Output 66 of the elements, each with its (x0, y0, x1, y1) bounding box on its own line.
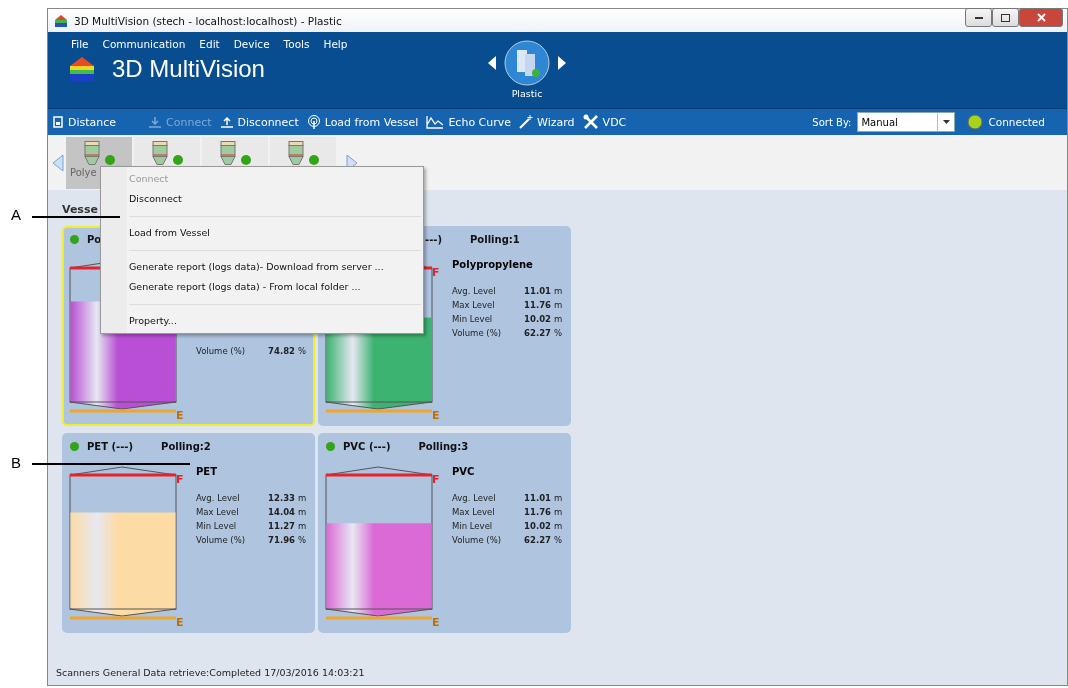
stat-label: Volume (%) (452, 534, 503, 547)
stat-value: 11.76 (523, 506, 552, 519)
stat-value: 11.01 (523, 285, 552, 298)
vessel-title: PVC (---) (343, 440, 391, 452)
stat-value: 11.76 (523, 299, 552, 312)
stat-label: Max Level (196, 506, 240, 519)
stat-unit: m (298, 520, 308, 533)
full-mark: F (432, 266, 440, 279)
stat-value: 10.02 (523, 313, 552, 326)
connection-status: Connected (988, 116, 1045, 128)
stat-label: Max Level (452, 299, 496, 312)
stat-label: Avg. Level (196, 492, 241, 505)
vessel-name: PVC (452, 466, 476, 477)
stat-label: Avg. Level (452, 492, 497, 505)
polling-label: Polling:2 (161, 440, 211, 452)
full-mark: F (432, 473, 440, 486)
stat-label: Max Level (452, 506, 496, 519)
section-title: Vesse (62, 203, 99, 216)
stat-unit: m (554, 285, 564, 298)
empty-mark: E (176, 409, 184, 420)
stat-unit: % (298, 534, 308, 547)
group-label: Plastic (511, 88, 543, 99)
stat-label: Volume (%) (196, 534, 247, 547)
vessel-title: PET (---) (87, 440, 134, 452)
stat-unit: m (298, 492, 308, 505)
stat-unit: m (554, 492, 564, 505)
stat-unit: m (554, 520, 564, 533)
stat-value: 11.01 (523, 492, 552, 505)
stat-unit: m (298, 506, 308, 519)
stat-unit: % (554, 534, 564, 547)
stat-label: Min Level (452, 313, 494, 326)
stat-value: 62.27 (523, 534, 552, 547)
stat-label: Min Level (452, 520, 494, 533)
empty-mark: E (432, 409, 440, 420)
stat-label: Avg. Level (452, 285, 497, 298)
stat-unit: % (298, 345, 308, 358)
stat-label: Min Level (196, 520, 238, 533)
stat-value: 11.27 (267, 520, 296, 533)
stat-unit: m (554, 299, 564, 312)
vessel-title: Po (87, 233, 102, 245)
stat-unit: % (554, 327, 564, 340)
polling-label: Polling:3 (418, 440, 469, 452)
vessel-title: ---) (425, 233, 443, 245)
app-title: 3D MultiVision (112, 55, 265, 83)
full-mark: F (176, 473, 184, 486)
stat-value: 74.82 (267, 345, 296, 358)
stat-value: 10.02 (523, 520, 552, 533)
stat-value: 14.04 (267, 506, 296, 519)
empty-mark: E (432, 616, 440, 627)
stat-unit: m (554, 506, 564, 519)
stat-unit: m (554, 313, 564, 326)
callout-label: A (11, 206, 21, 223)
stat-value: 62.27 (523, 327, 552, 340)
vessel-tile-label: Polye (69, 166, 97, 178)
stat-value: 12.33 (267, 492, 296, 505)
vessel-name: Polypropylene (452, 259, 534, 270)
callout-label: B (11, 454, 21, 471)
stat-label: Volume (%) (196, 345, 247, 358)
vessel-name: PET (196, 466, 218, 477)
empty-mark: E (176, 616, 184, 627)
status-bar: Scanners General Data retrieve:Completed 17/03/2016 14:03:21 (48, 659, 1067, 685)
stat-value: 71.96 (267, 534, 296, 547)
window-title: 3D MultiVision (stech - localhost:localhost) - Plastic (74, 14, 343, 27)
stat-label: Volume (%) (452, 327, 503, 340)
sort-label: Sort By: (812, 116, 852, 128)
polling-label: Polling:1 (470, 233, 520, 245)
